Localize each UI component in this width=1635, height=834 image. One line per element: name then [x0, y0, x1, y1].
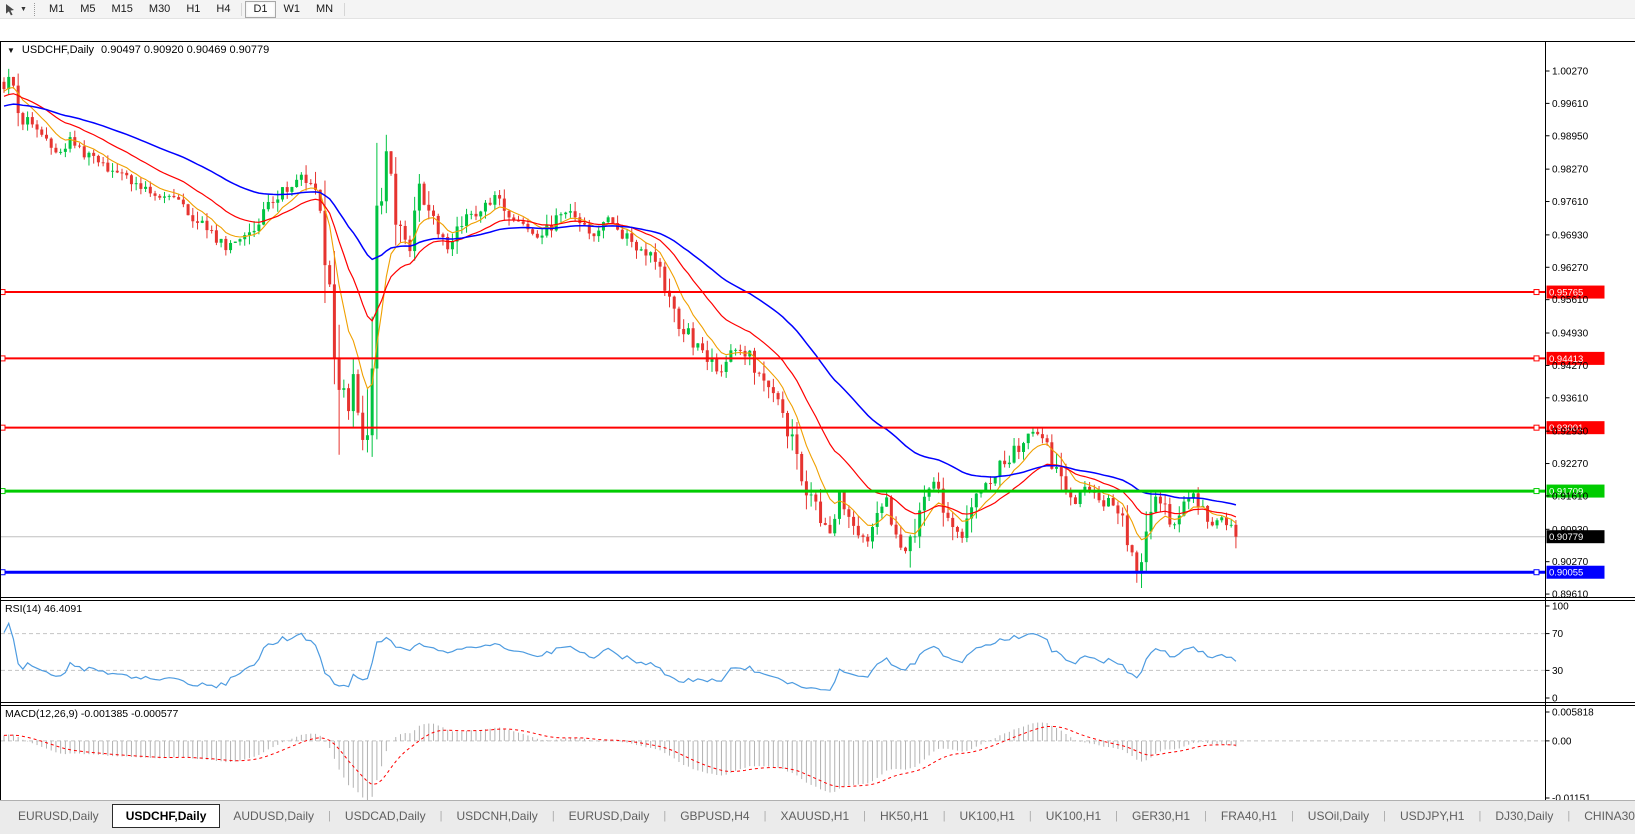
chart-tab-usoil-daily[interactable]: USOil,Daily	[1295, 805, 1382, 827]
window-menu-icon[interactable]: ▼	[7, 46, 15, 55]
timeframe-button-w1[interactable]: W1	[276, 1, 309, 18]
svg-text:0.93610: 0.93610	[1552, 393, 1589, 404]
timeframe-button-m5[interactable]: M5	[72, 1, 103, 18]
svg-text:0.97610: 0.97610	[1552, 197, 1589, 208]
svg-text:0.92270: 0.92270	[1552, 459, 1589, 470]
toolbar-separator	[241, 3, 242, 16]
svg-text:0.89610: 0.89610	[1552, 590, 1589, 601]
price-axis[interactable]: 0.957650.944130.930010.917090.900550.907…	[1546, 67, 1605, 601]
svg-text:0.98950: 0.98950	[1552, 131, 1589, 142]
svg-text:0.94930: 0.94930	[1552, 329, 1589, 340]
rsi-indicator-label: RSI(14) 46.4091	[5, 603, 82, 615]
chart-cursor-icon	[4, 3, 17, 16]
svg-text:0.94270: 0.94270	[1552, 361, 1589, 372]
toolbar-grip[interactable]	[34, 3, 35, 16]
svg-text:70: 70	[1552, 629, 1564, 640]
toolbar-separator	[344, 3, 345, 16]
chart-tab-china300-h1[interactable]: CHINA300,H1	[1571, 805, 1635, 827]
macd-pane[interactable]: 0.0058180.00-0.01151	[1, 708, 1594, 805]
chart-tab-uk100-h1[interactable]: UK100,H1	[1033, 805, 1114, 827]
macd-indicator-label: MACD(12,26,9) -0.001385 -0.000577	[5, 708, 178, 720]
chart-tab-eurusd-daily[interactable]: EURUSD,Daily	[5, 805, 112, 827]
rsi-pane[interactable]: 10070300	[1, 602, 1569, 705]
svg-text:0.91610: 0.91610	[1552, 491, 1589, 502]
chart-tab-uk100-h1[interactable]: UK100,H1	[947, 805, 1028, 827]
chart-tab-eurusd-daily[interactable]: EURUSD,Daily	[556, 805, 663, 827]
chart-ohlc-values: 0.90497 0.90920 0.90469 0.90779	[101, 44, 269, 56]
svg-text:0.99610: 0.99610	[1552, 99, 1589, 110]
chart-tab-usdcad-daily[interactable]: USDCAD,Daily	[332, 805, 439, 827]
timeframe-button-m30[interactable]: M30	[141, 1, 178, 18]
svg-text:0.00: 0.00	[1552, 736, 1572, 747]
chart-tab-audusd-daily[interactable]: AUDUSD,Daily	[220, 805, 327, 827]
timeframe-button-m1[interactable]: M1	[41, 1, 72, 18]
chart-tab-xauusd-h1[interactable]: XAUUSD,H1	[767, 805, 862, 827]
chart-symbol-label: USDCHF,Daily	[22, 44, 94, 56]
chart-tab-bar: EURUSD,DailyUSDCHF,DailyAUDUSD,Daily|USD…	[0, 800, 1635, 834]
chevron-down-icon: ▼	[20, 6, 27, 13]
svg-text:0.95610: 0.95610	[1552, 295, 1589, 306]
svg-text:30: 30	[1552, 666, 1564, 677]
chart-tab-dj30-daily[interactable]: DJ30,Daily	[1482, 805, 1566, 827]
timeframe-button-d1[interactable]: D1	[245, 1, 275, 18]
price-pane[interactable]	[0, 69, 1546, 588]
chart-tab-usdchf-daily[interactable]: USDCHF,Daily	[112, 804, 221, 828]
svg-text:0.005818: 0.005818	[1552, 708, 1594, 719]
chart-tab-ger30-h1[interactable]: GER30,H1	[1119, 805, 1203, 827]
svg-text:0.96270: 0.96270	[1552, 263, 1589, 274]
chart-tab-fra40-h1[interactable]: FRA40,H1	[1208, 805, 1290, 827]
chart-tab-usdjpy-h1[interactable]: USDJPY,H1	[1387, 805, 1477, 827]
svg-text:0.92930: 0.92930	[1552, 427, 1589, 438]
svg-text:0.90270: 0.90270	[1552, 557, 1589, 568]
timeframe-button-h4[interactable]: H4	[208, 1, 238, 18]
chart-tab-gbpusd-h4[interactable]: GBPUSD,H4	[667, 805, 762, 827]
chart-tab-hk50-h1[interactable]: HK50,H1	[867, 805, 942, 827]
svg-text:0.90930: 0.90930	[1552, 525, 1589, 536]
svg-text:100: 100	[1552, 602, 1569, 613]
timeframe-button-h1[interactable]: H1	[178, 1, 208, 18]
timeframe-button-m15[interactable]: M15	[104, 1, 141, 18]
svg-text:0.96930: 0.96930	[1552, 230, 1589, 241]
chart-cursor-dropdown[interactable]: ▼	[1, 1, 30, 18]
svg-text:0.98270: 0.98270	[1552, 165, 1589, 176]
svg-text:0.90055: 0.90055	[1549, 568, 1583, 579]
svg-text:1.00270: 1.00270	[1552, 67, 1589, 78]
chart-tabs: EURUSD,DailyUSDCHF,DailyAUDUSD,Daily|USD…	[5, 804, 1635, 828]
timeframe-buttons: M1M5M15M30H1H4 D1W1MN	[41, 1, 348, 18]
timeframe-toolbar: ▼ M1M5M15M30H1H4 D1W1MN	[0, 0, 1635, 19]
timeframe-button-mn[interactable]: MN	[308, 1, 341, 18]
chart-tab-usdcnh-daily[interactable]: USDCNH,Daily	[443, 805, 550, 827]
chart-window[interactable]: 100703000.0058180.00-0.011510.957650.944…	[0, 19, 1635, 800]
chart-title: ▼ USDCHF,Daily 0.90497 0.90920 0.90469 0…	[7, 44, 269, 56]
chart-canvas[interactable]: 100703000.0058180.00-0.011510.957650.944…	[0, 41, 1635, 822]
